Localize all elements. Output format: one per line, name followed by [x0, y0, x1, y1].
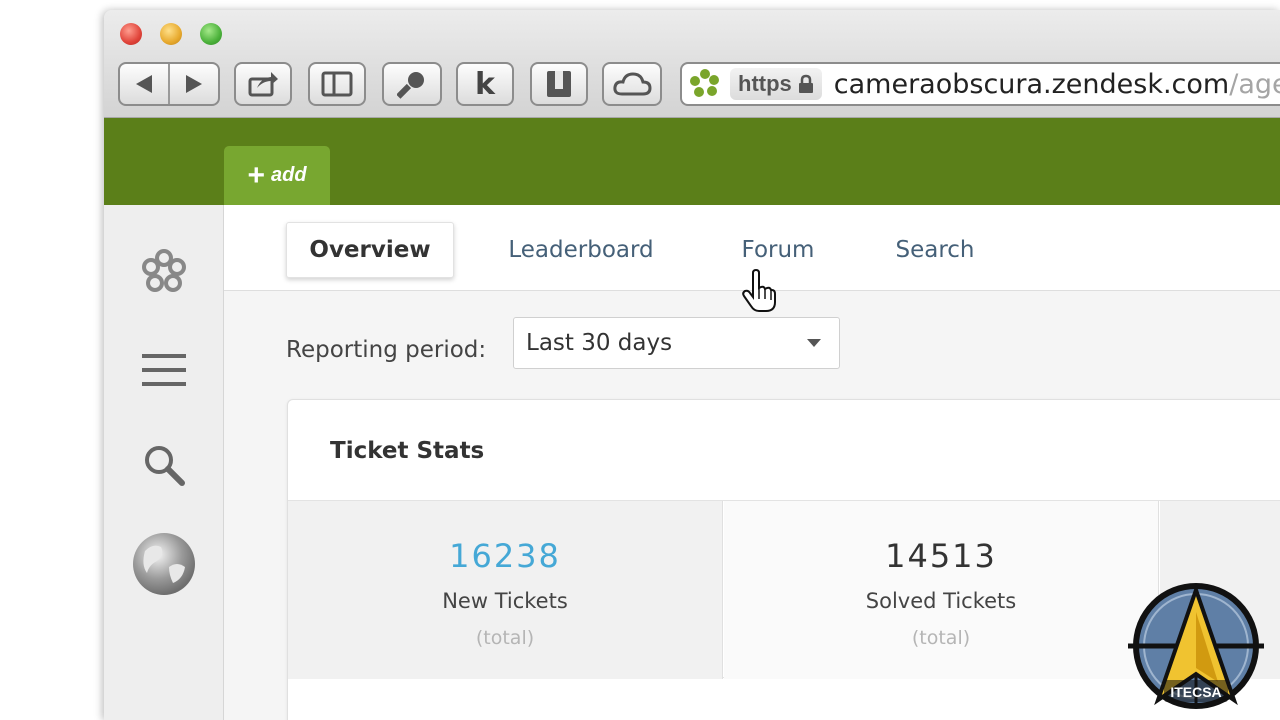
stat-solved-tickets[interactable]: 14513 Solved Tickets (total)	[724, 501, 1159, 679]
browser-toolbar: k https cameraobscura.zendesk.com /ag	[104, 10, 1280, 118]
plus-icon: +	[247, 158, 265, 192]
views-menu-button[interactable]	[104, 351, 224, 389]
search-sidebar-button[interactable]	[104, 441, 224, 489]
back-button[interactable]	[120, 64, 168, 104]
cloud-extension-button[interactable]	[602, 62, 662, 106]
sidebar-toggle-button[interactable]	[308, 62, 366, 106]
password-extension-button[interactable]	[382, 62, 442, 106]
https-badge: https	[730, 68, 822, 100]
hand-cursor-icon	[742, 269, 776, 312]
zendesk-favicon-icon	[688, 67, 722, 101]
stat-sublabel: (total)	[911, 627, 971, 649]
forward-button[interactable]	[170, 64, 218, 104]
reporting-period-value: Last 30 days	[526, 330, 673, 356]
address-bar[interactable]: https cameraobscura.zendesk.com /age	[680, 62, 1280, 106]
https-label: https	[738, 71, 792, 96]
tab-overview[interactable]: Overview	[286, 222, 454, 278]
zoom-window-button[interactable]	[200, 23, 222, 45]
stat-value[interactable]: 16238	[449, 537, 561, 575]
instapaper-extension-button[interactable]	[530, 62, 588, 106]
reporting-period-label: Reporting period:	[286, 337, 487, 363]
tab-search[interactable]: Search	[874, 222, 996, 278]
share-button[interactable]	[234, 62, 292, 106]
itecsa-label: ITECSA	[1170, 684, 1221, 700]
zendesk-logo-icon	[142, 249, 186, 292]
cloud-icon	[613, 72, 652, 96]
globe-icon	[133, 533, 195, 595]
zendesk-home-button[interactable]	[104, 247, 224, 297]
lock-icon	[798, 74, 813, 93]
reporting-tabs: Overview Leaderboard Forum Search	[224, 205, 1280, 312]
tab-forum[interactable]: Forum	[718, 222, 838, 278]
sidebar-icon	[321, 71, 353, 97]
forward-arrow-icon	[186, 75, 202, 93]
add-button[interactable]: + add	[224, 146, 330, 205]
hamburger-icon	[142, 354, 186, 386]
key-icon	[397, 72, 424, 99]
k-extension-label: k	[475, 66, 495, 102]
tab-leaderboard[interactable]: Leaderboard	[484, 222, 678, 278]
url-host: cameraobscura.zendesk.com	[833, 68, 1230, 100]
app-header: + add	[104, 118, 1280, 205]
back-arrow-icon	[136, 75, 152, 93]
url-path: /age	[1229, 68, 1280, 100]
globe-sidebar-button[interactable]	[104, 531, 224, 597]
itecsa-watermark-logo: ITECSA	[1122, 582, 1272, 714]
add-label: add	[270, 164, 307, 186]
k-extension-button[interactable]: k	[456, 62, 514, 106]
stat-sublabel: (total)	[475, 627, 535, 649]
chevron-down-icon	[807, 339, 821, 347]
minimize-window-button[interactable]	[160, 23, 182, 45]
stat-label: New Tickets	[442, 589, 568, 613]
stat-value: 14513	[885, 537, 997, 575]
ticket-stats-title: Ticket Stats	[330, 438, 485, 464]
share-icon	[248, 72, 278, 97]
back-forward-group	[118, 62, 220, 106]
close-window-button[interactable]	[120, 23, 142, 45]
bookmark-box-icon	[547, 71, 571, 97]
stat-new-tickets[interactable]: 16238 New Tickets (total)	[288, 501, 723, 679]
browser-window: k https cameraobscura.zendesk.com /ag + …	[104, 10, 1280, 720]
stat-label: Solved Tickets	[865, 589, 1017, 613]
reporting-period-select[interactable]: Last 30 days	[513, 317, 840, 369]
app-sidebar	[104, 205, 224, 720]
search-icon	[145, 446, 185, 486]
